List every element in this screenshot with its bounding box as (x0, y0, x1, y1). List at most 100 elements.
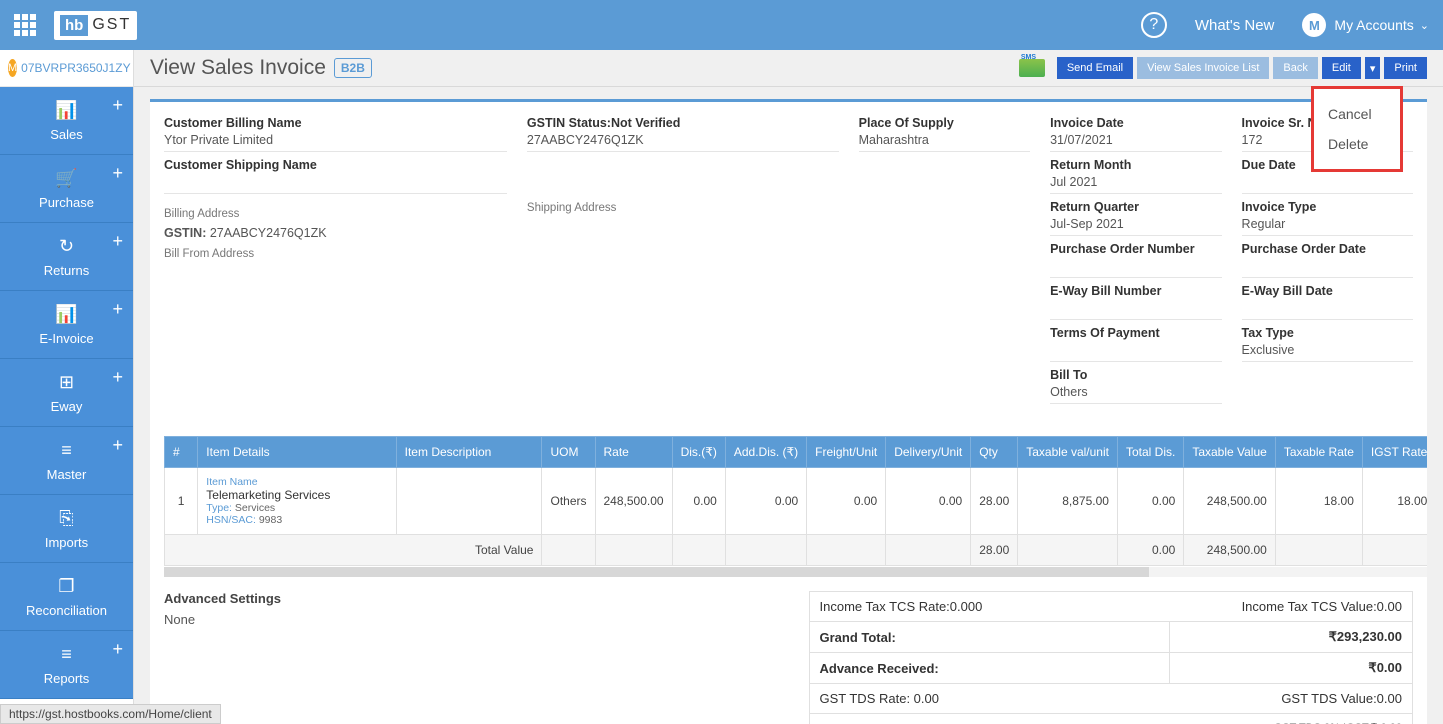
menu-icon: ≡ (61, 440, 72, 461)
table-header-row: # Item Details Item Description UOM Rate… (165, 437, 1428, 468)
edit-dropdown-button[interactable]: ▾ (1365, 57, 1381, 79)
advance-label: Advance Received: (809, 653, 1170, 684)
sidebar-label: Imports (45, 535, 88, 550)
sidebar: M 07BVRPR3650J1ZY + 📊 Sales +🛒Purchase + ↻ R… (0, 50, 134, 724)
my-accounts-menu[interactable]: My Accounts (1334, 17, 1413, 33)
po-number-label: Purchase Order Number (1050, 242, 1221, 259)
plus-icon[interactable]: + (112, 163, 123, 184)
bill-to-label: Bill To (1050, 368, 1221, 385)
po-date-label: Purchase Order Date (1242, 242, 1413, 259)
gstin-avatar: M (8, 59, 17, 77)
cell-rate: 248,500.00 (595, 468, 672, 535)
whats-new-link[interactable]: What's New (1195, 17, 1275, 34)
gstin-status-label: GSTIN Status:Not Verified (527, 116, 839, 133)
invoice-type-label: Invoice Type (1242, 200, 1413, 217)
tcs-rate: Income Tax TCS Rate:0.000 (820, 599, 983, 614)
dropdown-cancel[interactable]: Cancel (1314, 99, 1400, 129)
user-avatar[interactable]: M (1302, 13, 1326, 37)
place-supply-label: Place Of Supply (859, 116, 1030, 133)
eway-date-label: E-Way Bill Date (1242, 284, 1413, 301)
gstin-value-field: 27AABCY2476Q1ZK (210, 226, 327, 240)
sidebar-item-reconciliation[interactable]: ❐Reconciliation (0, 563, 133, 631)
th-adddis: Add.Dis. (₹) (725, 437, 806, 468)
plus-icon[interactable]: + (112, 299, 123, 320)
page-header: View Sales Invoice B2B Send Email View S… (134, 50, 1443, 87)
return-month-label: Return Month (1050, 158, 1221, 175)
grid-icon: ⊞ (59, 372, 74, 393)
sidebar-label: Sales (50, 127, 83, 142)
invoice-type-value: Regular (1242, 217, 1413, 236)
return-quarter-value: Jul-Sep 2021 (1050, 217, 1221, 236)
bar-chart-icon: 📊 (55, 304, 77, 325)
topbar: hb GST ? What's New M My Accounts ⌄ (0, 0, 1443, 50)
cell-taxval: 248,500.00 (1184, 468, 1276, 535)
eway-number-value (1050, 301, 1221, 320)
bill-from-label: Bill From Address (164, 248, 507, 260)
cell-igstrate: 18.00 (1362, 468, 1427, 535)
customer-shipping-label: Customer Shipping Name (164, 158, 507, 175)
th-taxunit: Taxable val/unit (1018, 437, 1118, 468)
eway-number-label: E-Way Bill Number (1050, 284, 1221, 301)
sms-icon[interactable] (1019, 59, 1045, 77)
plus-icon[interactable]: + (112, 639, 123, 660)
cell-taxrate: 18.00 (1275, 468, 1362, 535)
item-name: Telemarketing Services (206, 488, 387, 502)
dropdown-delete[interactable]: Delete (1314, 129, 1400, 159)
items-table: # Item Details Item Description UOM Rate… (164, 436, 1427, 566)
plus-icon[interactable]: + (112, 435, 123, 456)
po-date-value (1242, 259, 1413, 278)
print-button[interactable]: Print (1384, 57, 1427, 79)
sidebar-item-einvoice[interactable]: +📊E-Invoice (0, 291, 133, 359)
cell-freight: 0.00 (807, 468, 886, 535)
edit-button[interactable]: Edit (1322, 57, 1361, 79)
status-bar-url: https://gst.hostbooks.com/Home/client (0, 704, 221, 724)
send-email-button[interactable]: Send Email (1057, 57, 1133, 79)
cell-details: Item Name Telemarketing Services Type: S… (198, 468, 396, 535)
plus-icon[interactable]: + (112, 367, 123, 388)
view-list-button[interactable]: View Sales Invoice List (1137, 57, 1269, 79)
sidebar-item-eway[interactable]: + ⊞ Eway (0, 359, 133, 427)
menu-icon: ≡ (61, 644, 72, 665)
shipping-address-label: Shipping Address (527, 202, 839, 214)
sidebar-item-master[interactable]: +≡Master (0, 427, 133, 495)
gstin-selector[interactable]: M 07BVRPR3650J1ZY (0, 50, 133, 87)
gstin-value: 07BVRPR3650J1ZY (21, 61, 130, 75)
customer-billing-value: Ytor Private Limited (164, 133, 507, 152)
sidebar-item-returns[interactable]: + ↻ Returns (0, 223, 133, 291)
return-month-value: Jul 2021 (1050, 175, 1221, 194)
back-button[interactable]: Back (1273, 57, 1317, 79)
cell-qty: 28.00 (971, 468, 1018, 535)
help-icon[interactable]: ? (1141, 12, 1167, 38)
bill-to-value: Others (1050, 385, 1221, 404)
terms-label: Terms Of Payment (1050, 326, 1221, 343)
logo[interactable]: hb GST (54, 11, 137, 40)
sidebar-label: Returns (44, 263, 90, 278)
sidebar-item-reports[interactable]: +≡Reports (0, 631, 133, 699)
th-desc: Item Description (396, 437, 542, 468)
plus-icon[interactable]: + (112, 231, 123, 252)
customer-shipping-value (164, 175, 507, 194)
apps-grid-icon[interactable] (14, 14, 36, 36)
th-num: # (165, 437, 198, 468)
bar-chart-icon: 📊 (55, 100, 77, 121)
th-totdis: Total Dis. (1117, 437, 1183, 468)
sidebar-label: Eway (51, 399, 83, 414)
cell-num: 1 (165, 468, 198, 535)
sidebar-item-imports[interactable]: ⎘Imports (0, 495, 133, 563)
cell-delivery: 0.00 (886, 468, 971, 535)
logo-prefix: hb (60, 15, 88, 36)
invoice-panel: Customer Billing Name Ytor Private Limit… (150, 99, 1427, 724)
invoice-date-label: Invoice Date (1050, 116, 1221, 133)
horizontal-scrollbar[interactable] (164, 567, 1427, 577)
logo-suffix: GST (90, 16, 131, 34)
plus-icon[interactable]: + (112, 95, 123, 116)
refresh-icon: ↻ (59, 236, 74, 257)
sidebar-label: Reconciliation (26, 603, 107, 618)
sidebar-item-purchase[interactable]: +🛒Purchase (0, 155, 133, 223)
sidebar-item-sales[interactable]: + 📊 Sales (0, 87, 133, 155)
chevron-down-icon[interactable]: ⌄ (1420, 19, 1429, 32)
cell-taxunit: 8,875.00 (1018, 468, 1118, 535)
po-number-value (1050, 259, 1221, 278)
tds-igst: GST TDS 0% IGST:₹ 0.00 (809, 714, 1413, 724)
th-rate: Rate (595, 437, 672, 468)
